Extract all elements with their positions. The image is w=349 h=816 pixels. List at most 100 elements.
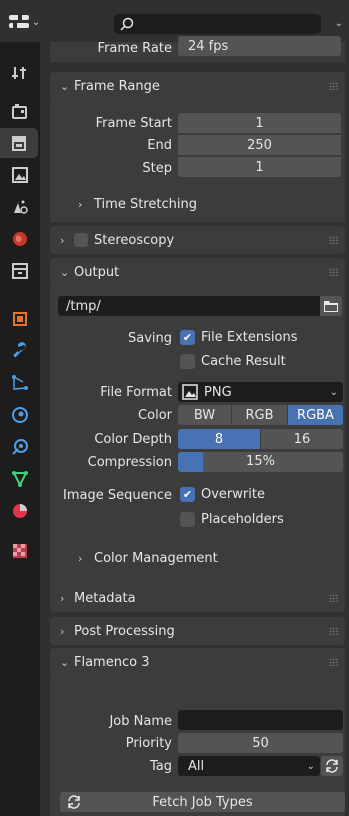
time-stretching-subpanel[interactable]: › Time Stretching [78, 197, 197, 212]
file-format-dropdown[interactable]: PNG ⌄ [178, 382, 343, 402]
output-path-input[interactable]: /tmp/ [58, 296, 320, 316]
overwrite-checkbox[interactable]: ✔ Overwrite [180, 487, 265, 502]
tab-world[interactable] [0, 224, 40, 254]
chevron-down-icon: ⌄ [60, 265, 70, 279]
tab-object[interactable] [0, 304, 40, 334]
tab-modifiers[interactable] [0, 336, 40, 366]
tab-material[interactable] [0, 496, 40, 526]
color-rgba-button[interactable]: RGBA [288, 405, 343, 425]
chevron-down-icon: ⌄ [60, 79, 70, 93]
tab-collection[interactable] [0, 256, 40, 286]
editor-type-button[interactable]: ⌄ [8, 12, 44, 32]
compression-label: Compression [87, 455, 172, 470]
tab-render[interactable] [0, 96, 40, 126]
priority-label: Priority [125, 736, 172, 751]
tab-physics[interactable] [0, 400, 40, 430]
frame-step-label: Step [142, 161, 172, 176]
frame-range-panel: Frame Start 1 End 250 Step 1 › Time Stre… [50, 100, 345, 222]
color-rgb-button[interactable]: RGB [232, 405, 287, 425]
frame-start-label: Frame Start [95, 116, 172, 131]
frame-end-label: End [147, 138, 172, 153]
refresh-tags-button[interactable] [321, 756, 343, 776]
tab-scene[interactable] [0, 192, 40, 222]
drag-grip-icon[interactable] [329, 236, 339, 244]
drag-grip-icon[interactable] [329, 627, 339, 635]
color-depth-selector: 8 16 [178, 429, 343, 449]
tab-texture[interactable] [0, 536, 40, 566]
drag-grip-icon[interactable] [329, 658, 339, 666]
tab-tool[interactable] [0, 58, 40, 88]
fetch-job-types-button[interactable]: Fetch Job Types [60, 792, 345, 812]
format-panel: Frame Rate 24 fps [50, 36, 345, 62]
chevron-right-icon: › [60, 591, 65, 605]
checkmark-icon: ✔ [180, 330, 195, 345]
material-icon [13, 504, 27, 518]
output-title: Output [74, 264, 120, 280]
tab-view-layer[interactable] [0, 160, 40, 190]
search-icon [120, 17, 134, 31]
object-icon [13, 312, 27, 326]
modifier-wrench-icon [13, 342, 26, 358]
chevron-right-icon: › [60, 624, 65, 638]
placeholders-checkbox[interactable]: Placeholders [180, 512, 284, 527]
texture-icon [13, 544, 27, 558]
constraints-icon [12, 439, 28, 455]
chevron-right-icon: › [78, 198, 83, 211]
world-icon [13, 232, 27, 246]
post-processing-panel-header[interactable]: › Post Processing [50, 617, 345, 645]
job-name-label: Job Name [109, 714, 172, 729]
physics-icon [12, 407, 28, 423]
tab-particles[interactable] [0, 368, 40, 398]
tab-constraints[interactable] [0, 432, 40, 462]
scene-icon [14, 200, 28, 214]
job-name-input[interactable] [178, 710, 343, 730]
collection-icon [12, 263, 28, 279]
stereoscopy-title: Stereoscopy [94, 232, 175, 248]
output-icon [12, 136, 26, 151]
flamenco-panel-header[interactable]: ⌄ Flamenco 3 [50, 648, 345, 676]
cache-result-checkbox[interactable]: Cache Result [180, 354, 286, 369]
drag-grip-icon[interactable] [329, 268, 339, 276]
stereoscopy-checkbox[interactable] [74, 233, 94, 247]
compression-slider[interactable]: 15% [178, 452, 343, 472]
folder-browse-button[interactable] [320, 296, 342, 316]
frame-start-field[interactable]: 1 [178, 113, 341, 133]
drag-grip-icon[interactable] [329, 82, 339, 90]
color-depth-8-button[interactable]: 8 [178, 429, 260, 449]
refresh-icon [68, 795, 80, 809]
saving-label: Saving [127, 331, 172, 346]
file-extensions-checkbox[interactable]: ✔ File Extensions [180, 330, 297, 345]
properties-editor-icon [9, 15, 29, 28]
tag-dropdown[interactable]: All ⌄ [178, 756, 320, 776]
search-input[interactable] [114, 14, 321, 34]
metadata-panel-header[interactable]: › Metadata [50, 584, 345, 612]
frame-step-field[interactable]: 1 [178, 157, 341, 177]
chevron-down-icon: ⌄ [32, 16, 41, 28]
particles-icon [12, 375, 28, 390]
data-icon [12, 471, 28, 488]
chevron-right-icon: › [78, 552, 83, 565]
priority-field[interactable]: 50 [178, 733, 343, 753]
chevron-down-icon: ⌄ [306, 760, 315, 772]
tool-icon [12, 67, 26, 79]
frame-rate-dropdown[interactable]: 24 fps [178, 36, 341, 56]
tab-output[interactable] [0, 128, 38, 158]
file-format-label: File Format [100, 385, 172, 400]
frame-end-field[interactable]: 250 [178, 135, 341, 155]
color-depth-16-button[interactable]: 16 [261, 429, 343, 449]
chevron-down-icon: ⌄ [60, 655, 70, 669]
tab-data[interactable] [0, 464, 40, 494]
tag-label: Tag [149, 759, 172, 774]
frame-range-panel-header[interactable]: ⌄ Frame Range [50, 72, 345, 100]
view-layer-icon [12, 167, 28, 183]
refresh-icon [326, 759, 338, 773]
drag-grip-icon[interactable] [329, 594, 339, 602]
stereoscopy-panel-header[interactable]: › Stereoscopy [50, 226, 345, 254]
color-management-subpanel[interactable]: › Color Management [78, 551, 218, 566]
chevron-right-icon: › [60, 233, 65, 247]
output-panel-header[interactable]: ⌄ Output [50, 258, 345, 286]
frame-rate-label: Frame Rate [97, 41, 172, 56]
chevron-down-icon[interactable]: ⌄ [335, 18, 343, 29]
color-bw-button[interactable]: BW [178, 405, 231, 425]
checkmark-icon: ✔ [180, 487, 195, 502]
